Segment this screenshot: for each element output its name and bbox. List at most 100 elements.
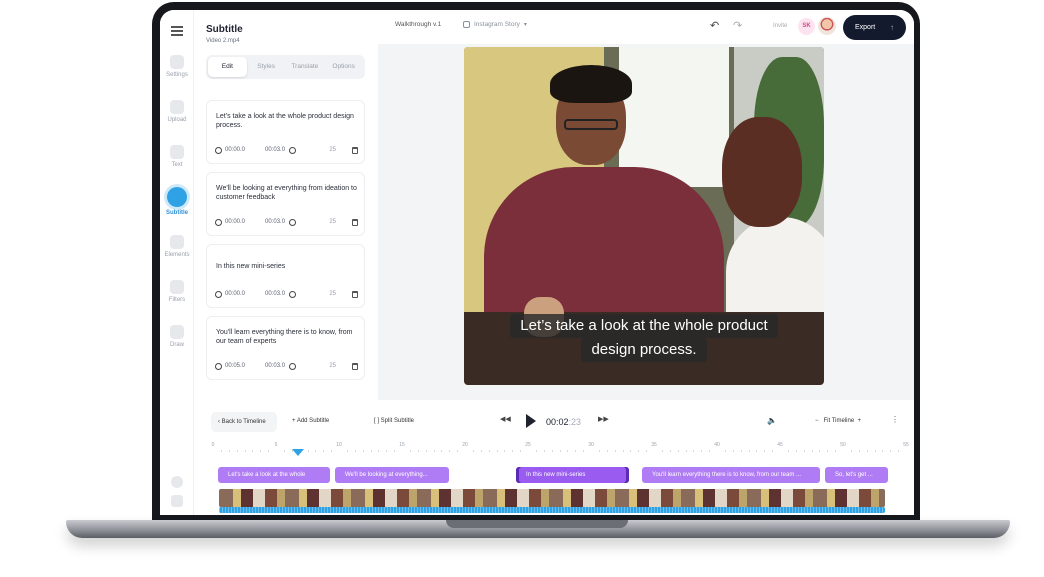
invite-link[interactable]: Invite <box>773 23 787 29</box>
rewind-icon[interactable]: ◀◀ <box>500 415 511 423</box>
caption-line[interactable]: Let’s take a look at the whole product <box>464 314 824 338</box>
split-subtitle-button[interactable]: [ ] Split Subtitle <box>374 418 414 424</box>
ruler-minor-tick <box>614 450 616 452</box>
play-icon[interactable] <box>526 414 536 428</box>
end-time[interactable]: 00:03.0 <box>265 291 285 297</box>
rail-item-settings[interactable]: Settings <box>160 55 194 78</box>
playhead-marker[interactable] <box>292 449 304 456</box>
redo-icon[interactable]: ↷ <box>733 19 742 32</box>
audio-waveform[interactable] <box>219 507 885 513</box>
ruler-minor-tick <box>795 450 797 452</box>
tab-edit[interactable]: Edit <box>208 57 247 77</box>
more-options-icon[interactable]: ⋮ <box>891 415 899 424</box>
card-timing: 00:05.0 00:03.0 25 <box>215 361 358 371</box>
subtitle-clip[interactable]: You'll learn everything there is to know… <box>642 467 820 483</box>
rail-item-draw[interactable]: Draw <box>160 325 194 348</box>
trash-icon[interactable] <box>352 146 358 154</box>
video-person <box>722 117 802 227</box>
ruler-minor-tick <box>598 450 600 452</box>
subtitle-clip[interactable]: We'll be looking at everything... <box>335 467 449 483</box>
caption-text: Let’s take a look at the whole product <box>510 314 778 338</box>
start-time[interactable]: 00:00.0 <box>225 147 245 153</box>
end-time[interactable]: 00:03.0 <box>265 219 285 225</box>
ruler-minor-tick <box>866 450 868 452</box>
ruler-minor-tick <box>811 450 813 452</box>
ruler-minor-tick <box>890 450 892 452</box>
subtitle-card[interactable]: You'll learn everything there is to know… <box>206 316 365 380</box>
upload-icon <box>170 100 184 114</box>
top-bar: Walkthrough v.1 Instagram Story ▾ ↶ ↷ In… <box>378 10 914 44</box>
volume-icon[interactable]: 🔈 <box>767 416 777 425</box>
rail-label: Draw <box>169 342 184 348</box>
trash-icon[interactable] <box>352 362 358 370</box>
ruler-minor-tick <box>236 450 238 452</box>
tab-styles[interactable]: Styles <box>247 57 286 77</box>
subtitle-icon <box>167 187 187 207</box>
rail-item-filters[interactable]: Filters <box>160 280 194 303</box>
button-label: Back to Timeline <box>221 419 266 425</box>
add-subtitle-button[interactable]: + Add Subtitle <box>292 418 329 424</box>
end-time[interactable]: 00:03.0 <box>265 147 285 153</box>
subtitle-clip-selected[interactable]: In this new mini-series <box>516 467 629 483</box>
ruler-minor-tick <box>858 450 860 452</box>
subtitle-card[interactable]: Let's take a look at the whole product d… <box>206 100 365 164</box>
fit-timeline-control[interactable]: − Fit Timeline + <box>815 418 861 424</box>
trash-icon[interactable] <box>352 290 358 298</box>
ruler-minor-tick <box>693 450 695 452</box>
timeline-ruler[interactable]: 0 5 10 15 20 25 30 35 40 45 50 55 <box>210 442 909 454</box>
chat-icon[interactable] <box>171 495 183 507</box>
subtitle-clip[interactable]: Let's take a look at the whole <box>218 467 330 483</box>
avatar-photo[interactable] <box>818 17 836 35</box>
fast-forward-icon[interactable]: ▶▶ <box>598 415 609 423</box>
trash-icon[interactable] <box>352 218 358 226</box>
avatar[interactable]: SK <box>798 18 815 35</box>
video-preview[interactable]: Let’s take a look at the whole product d… <box>464 47 824 385</box>
ruler-minor-tick <box>457 450 459 452</box>
ruler-tick-label: 35 <box>651 442 657 448</box>
subtitle-card[interactable]: We'll be looking at everything from idea… <box>206 172 365 236</box>
elements-icon <box>170 235 184 249</box>
back-to-timeline-button[interactable]: ‹ Back to Timeline <box>211 412 277 432</box>
ruler-tick-label: 45 <box>777 442 783 448</box>
start-time[interactable]: 00:00.0 <box>225 219 245 225</box>
subtitle-text[interactable]: You'll learn everything there is to know… <box>216 329 361 346</box>
help-icon[interactable] <box>171 476 183 488</box>
rail-item-upload[interactable]: Upload <box>160 100 194 123</box>
export-button[interactable]: Export <box>843 15 906 40</box>
video-track[interactable] <box>219 489 885 507</box>
filters-icon <box>170 280 184 294</box>
button-label: Add Subtitle <box>296 418 330 424</box>
subtitle-clip[interactable]: So, let's get ... <box>825 467 888 483</box>
ruler-tick-label: 25 <box>525 442 531 448</box>
ruler-minor-tick <box>386 450 388 452</box>
rail-item-text[interactable]: Text <box>160 145 194 168</box>
tab-translate[interactable]: Translate <box>286 57 325 77</box>
ruler-tick-label: 5 <box>274 442 278 448</box>
end-time[interactable]: 00:03.0 <box>265 363 285 369</box>
ruler-minor-tick <box>559 450 561 452</box>
undo-icon[interactable]: ↶ <box>710 19 719 32</box>
format-label: Instagram Story <box>474 21 520 28</box>
subtitle-card[interactable]: In this new mini-series 00:00.0 00:03.0 … <box>206 244 365 308</box>
ruler-minor-tick <box>543 450 545 452</box>
ruler-tick-label: 50 <box>840 442 846 448</box>
tab-options[interactable]: Options <box>324 57 363 77</box>
rail-item-elements[interactable]: Elements <box>160 235 194 258</box>
menu-icon[interactable] <box>171 26 183 36</box>
ruler-tick-label: 20 <box>462 442 468 448</box>
text-icon <box>170 145 184 159</box>
ruler-minor-tick <box>441 450 443 452</box>
rail-item-subtitle[interactable]: Subtitle <box>160 187 194 216</box>
subtitle-text[interactable]: We'll be looking at everything from idea… <box>216 185 361 202</box>
subtitle-text[interactable]: In this new mini-series <box>216 263 361 272</box>
project-name[interactable]: Walkthrough v.1 <box>395 21 441 28</box>
caption-line[interactable]: design process. <box>464 338 824 362</box>
ruler-tick-label: 0 <box>211 442 215 448</box>
ruler-minor-tick <box>220 450 222 452</box>
ruler-minor-tick <box>425 450 427 452</box>
start-time[interactable]: 00:00.0 <box>225 291 245 297</box>
char-count: 25 <box>329 219 336 225</box>
format-select[interactable]: Instagram Story ▾ <box>463 21 527 28</box>
subtitle-text[interactable]: Let's take a look at the whole product d… <box>216 113 361 130</box>
start-time[interactable]: 00:05.0 <box>225 363 245 369</box>
